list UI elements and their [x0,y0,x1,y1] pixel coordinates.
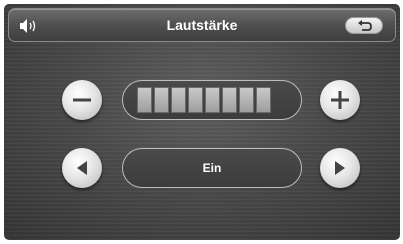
mode-prev-button[interactable] [62,148,102,188]
volume-increase-button[interactable] [320,80,360,120]
volume-segment [137,87,152,113]
title-bar: Lautstärke [8,8,396,42]
mode-display: Ein [122,148,302,188]
volume-level-bar[interactable] [122,80,302,120]
volume-segment [239,87,254,113]
page-title: Lautstärke [166,17,238,33]
volume-decrease-button[interactable] [62,80,102,120]
back-button[interactable] [345,17,383,34]
mode-value: Ein [202,161,222,175]
volume-screen: Lautstärke Ein [4,4,400,240]
volume-segment [154,87,169,113]
volume-segment [205,87,220,113]
volume-segment [222,87,237,113]
volume-segment [171,87,186,113]
volume-segment [256,87,271,113]
volume-segment [188,87,203,113]
volume-segments [137,87,271,113]
mode-next-button[interactable] [320,148,360,188]
